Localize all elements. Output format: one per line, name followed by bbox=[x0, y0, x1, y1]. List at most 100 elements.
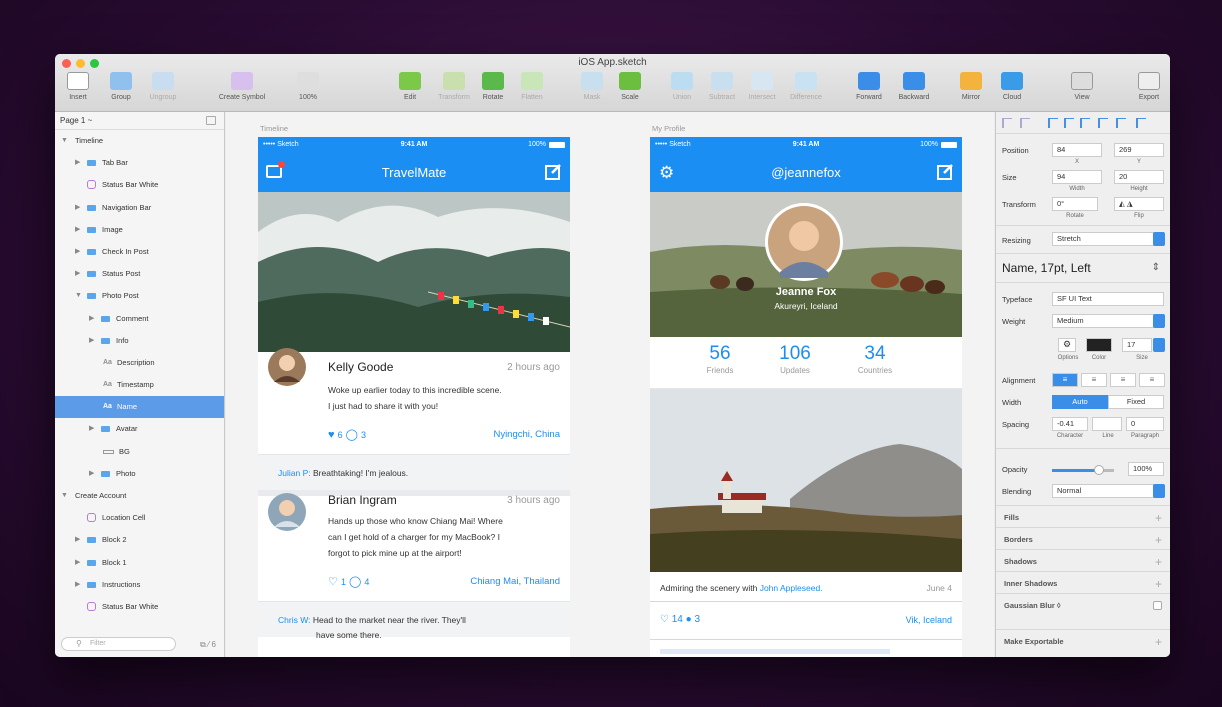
artboard-label-profile[interactable]: My Profile bbox=[652, 124, 685, 133]
heart-outline-icon[interactable]: ♡ bbox=[660, 614, 669, 625]
disclosure-closed-icon[interactable]: ▶ bbox=[89, 330, 94, 352]
text-align-justify-button[interactable]: ≡ bbox=[1139, 373, 1165, 387]
align-icon[interactable] bbox=[1098, 118, 1108, 128]
commenter-name[interactable]: Julian P: bbox=[278, 468, 311, 478]
layer-row[interactable]: ▼ Timeline bbox=[55, 130, 224, 152]
text-options-gear-icon[interactable]: ⚙ bbox=[1058, 338, 1076, 352]
layer-row[interactable]: ▶ Image bbox=[55, 219, 224, 241]
toolbar-ungroup-button[interactable]: Ungroup bbox=[136, 72, 190, 101]
layer-row[interactable]: Aa Description bbox=[55, 352, 224, 374]
disclosure-closed-icon[interactable]: ▶ bbox=[75, 574, 80, 596]
line-spacing-field[interactable] bbox=[1092, 417, 1122, 431]
add-borders-icon[interactable]: + bbox=[1155, 534, 1162, 546]
layer-row[interactable]: ▶ Avatar bbox=[55, 418, 224, 440]
disclosure-closed-icon[interactable]: ▶ bbox=[75, 152, 80, 174]
text-align-center-button[interactable]: ≡ bbox=[1081, 373, 1107, 387]
add-fills-icon[interactable]: + bbox=[1155, 512, 1162, 524]
photo-location[interactable]: Vik, Iceland bbox=[906, 615, 952, 625]
artboard-timeline[interactable]: ••••• Sketch 9:41 AM 100% TravelMate Kel… bbox=[258, 137, 570, 657]
avatar[interactable] bbox=[268, 493, 306, 531]
opacity-field[interactable]: 100% bbox=[1128, 462, 1164, 476]
disclosure-open-icon[interactable]: ▼ bbox=[75, 285, 82, 307]
text-style-select[interactable]: Name, 17pt, Left bbox=[1002, 261, 1091, 275]
toolbar-view-button[interactable]: View bbox=[1055, 72, 1109, 101]
align-icon[interactable] bbox=[1136, 118, 1146, 128]
heart-outline-icon[interactable]: ♡ bbox=[328, 576, 338, 588]
disclosure-closed-icon[interactable]: ▶ bbox=[75, 197, 80, 219]
toolbar-flatten-button[interactable]: Flatten bbox=[505, 72, 559, 101]
position-y-field[interactable]: 269 bbox=[1114, 143, 1164, 157]
section-borders[interactable]: Borders bbox=[1004, 535, 1033, 544]
toolbar-difference-button[interactable]: Difference bbox=[779, 72, 833, 101]
disclosure-closed-icon[interactable]: ▶ bbox=[75, 263, 80, 285]
font-size-field[interactable]: 17 bbox=[1122, 338, 1152, 352]
paragraph-spacing-field[interactable]: 0 bbox=[1126, 417, 1164, 431]
layer-row[interactable]: ▶ Status Post bbox=[55, 263, 224, 285]
align-icon[interactable] bbox=[1020, 118, 1030, 128]
section-make-exportable[interactable]: Make Exportable bbox=[1004, 637, 1064, 646]
layer-row[interactable]: Aa Name bbox=[55, 396, 224, 419]
page-selector[interactable]: Page 1 ~ bbox=[55, 112, 224, 130]
toolbar-backward-button[interactable]: Backward bbox=[887, 72, 941, 101]
height-field[interactable]: 20 bbox=[1114, 170, 1164, 184]
layer-row[interactable]: Status Bar White bbox=[55, 174, 224, 196]
post-author-name[interactable]: Kelly Goode bbox=[328, 360, 393, 374]
typeface-field[interactable]: SF UI Text bbox=[1052, 292, 1164, 306]
comment-bubble-icon[interactable]: ◯ bbox=[349, 576, 361, 588]
layer-row[interactable]: ▶ Navigation Bar bbox=[55, 197, 224, 219]
select-arrow-icon[interactable] bbox=[1153, 314, 1165, 328]
disclosure-closed-icon[interactable]: ▶ bbox=[89, 308, 94, 330]
layer-row[interactable]: ▶ Check In Post bbox=[55, 241, 224, 263]
disclosure-open-icon[interactable]: ▼ bbox=[61, 485, 68, 507]
toolbar-scale-button[interactable]: Scale bbox=[603, 72, 657, 101]
align-icon[interactable] bbox=[1002, 118, 1012, 128]
position-x-field[interactable]: 84 bbox=[1052, 143, 1102, 157]
align-icon[interactable] bbox=[1048, 118, 1058, 128]
post-location[interactable]: Nyingchi, China bbox=[493, 429, 560, 440]
layer-row[interactable]: Status Bar White bbox=[55, 596, 224, 618]
select-arrow-icon[interactable] bbox=[1153, 232, 1165, 246]
text-align-right-button[interactable]: ≡ bbox=[1110, 373, 1136, 387]
toolbar-export-button[interactable]: Export bbox=[1122, 72, 1170, 101]
layer-row[interactable]: ▼ Create Account bbox=[55, 485, 224, 507]
artboard-my-profile[interactable]: ••••• Sketch 9:41 AM 100% ⚙ @jeannefox J… bbox=[650, 137, 962, 657]
artboard-label-timeline[interactable]: Timeline bbox=[260, 124, 288, 133]
disclosure-closed-icon[interactable]: ▶ bbox=[89, 418, 94, 440]
blur-checkbox[interactable] bbox=[1153, 601, 1162, 610]
disclosure-closed-icon[interactable]: ▶ bbox=[75, 552, 80, 574]
post-author-name[interactable]: Brian Ingram bbox=[328, 493, 397, 507]
stat-countries[interactable]: 34 Countries bbox=[835, 343, 915, 375]
layer-row[interactable]: ▶ Photo bbox=[55, 463, 224, 485]
stat-friends[interactable]: 56 Friends bbox=[680, 343, 760, 375]
comment-bubble-icon[interactable]: ◯ bbox=[346, 429, 358, 441]
toolbar-create-symbol-button[interactable]: Create Symbol bbox=[215, 72, 269, 101]
resizing-select[interactable]: Stretch bbox=[1052, 232, 1164, 246]
section-shadows[interactable]: Shadows bbox=[1004, 557, 1037, 566]
chevron-updown-icon[interactable]: ⇕ bbox=[1152, 262, 1160, 273]
comment-filled-icon[interactable]: ● bbox=[686, 614, 692, 625]
add-inner-shadows-icon[interactable]: + bbox=[1155, 578, 1162, 590]
width-field[interactable]: 94 bbox=[1052, 170, 1102, 184]
align-icon[interactable] bbox=[1080, 118, 1090, 128]
rotate-field[interactable]: 0° bbox=[1052, 197, 1098, 211]
layer-row[interactable]: ▶ Instructions bbox=[55, 574, 224, 596]
align-icon[interactable] bbox=[1064, 118, 1074, 128]
layer-row[interactable]: Location Cell bbox=[55, 507, 224, 529]
avatar[interactable] bbox=[268, 348, 306, 386]
character-spacing-field[interactable]: -0.41 bbox=[1052, 417, 1088, 431]
flip-buttons[interactable]: ◭ ◮ bbox=[1114, 197, 1164, 211]
compose-icon[interactable] bbox=[545, 163, 562, 180]
section-fills[interactable]: Fills bbox=[1004, 513, 1019, 522]
tagged-user-link[interactable]: John Appleseed. bbox=[760, 583, 823, 593]
opacity-slider[interactable] bbox=[1052, 469, 1114, 472]
post-location[interactable]: Chiang Mai, Thailand bbox=[470, 576, 560, 587]
disclosure-closed-icon[interactable]: ▶ bbox=[75, 529, 80, 551]
blending-select[interactable]: Normal bbox=[1052, 484, 1164, 498]
heart-filled-icon[interactable]: ♥ bbox=[328, 429, 335, 441]
section-inner-shadows[interactable]: Inner Shadows bbox=[1004, 579, 1057, 588]
compose-icon[interactable] bbox=[937, 163, 954, 180]
commenter-name[interactable]: Chris W: bbox=[278, 615, 310, 625]
section-gaussian-blur[interactable]: Gaussian Blur ◊ bbox=[1004, 601, 1061, 610]
stat-updates[interactable]: 106 Updates bbox=[755, 343, 835, 375]
filter-input[interactable]: ⚲ Filter bbox=[61, 637, 176, 651]
